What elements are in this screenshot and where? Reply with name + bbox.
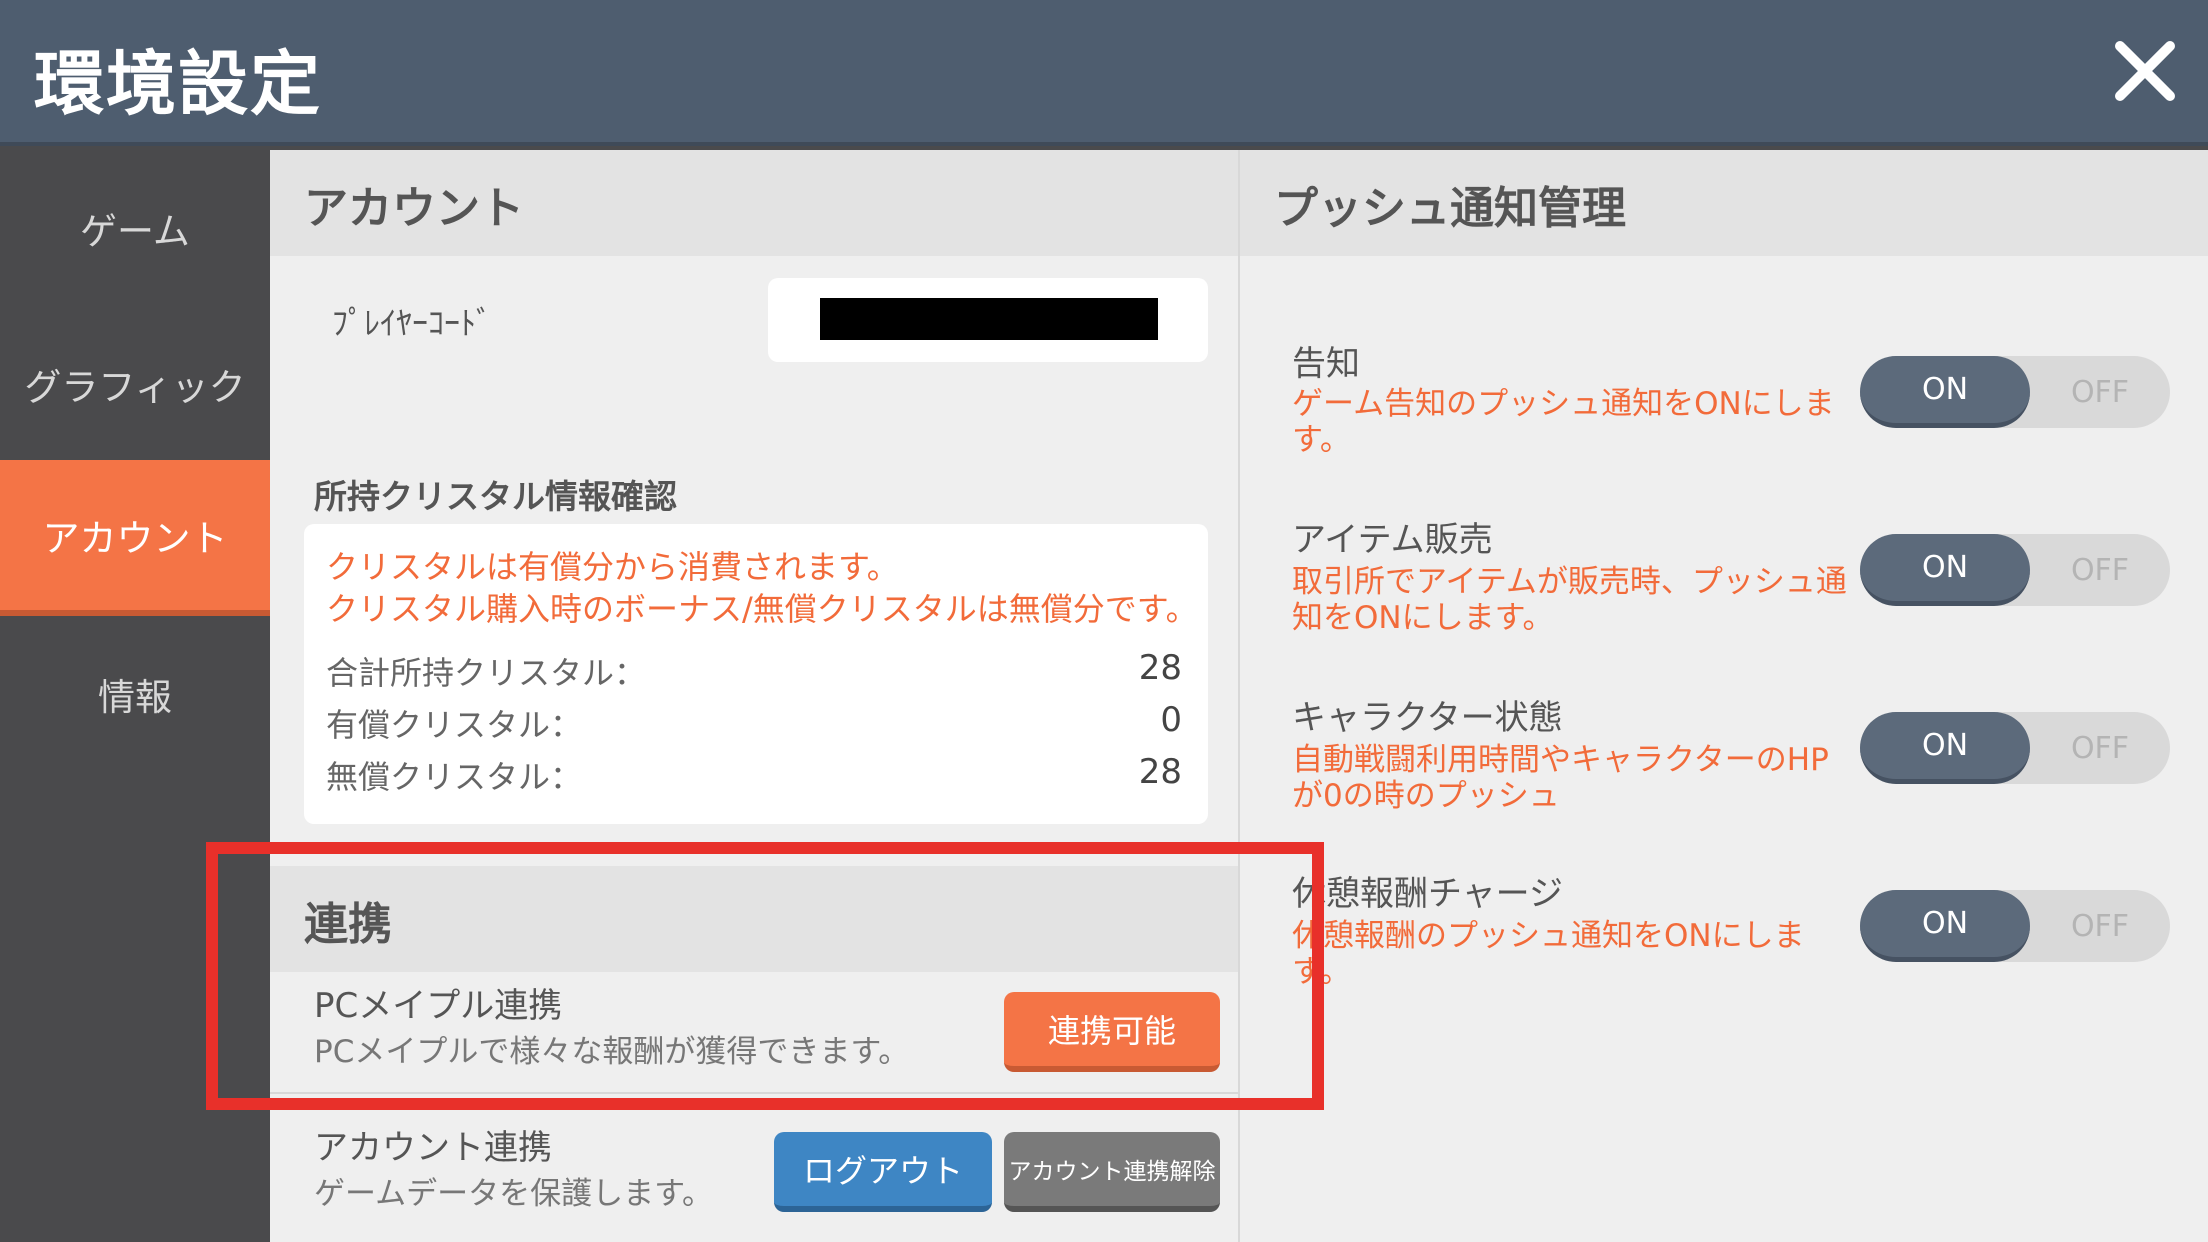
- header-bar: 環境設定: [0, 0, 2208, 146]
- close-button[interactable]: [2110, 36, 2180, 106]
- toggle-character-state[interactable]: ON OFF: [1860, 712, 2170, 784]
- unlink-account-button[interactable]: アカウント連携解除: [1004, 1132, 1220, 1212]
- crystal-info-box: クリスタルは有償分から消費されます。 クリスタル購入時のボーナス/無償クリスタル…: [304, 524, 1208, 824]
- crystal-total-value: 28: [1138, 648, 1182, 688]
- toggle-rest-reward[interactable]: ON OFF: [1860, 890, 2170, 962]
- push-item-desc: 自動戦闘利用時間やキャラクターのHPが0の時のプッシュ: [1292, 742, 1829, 814]
- account-link-title: アカウント連携: [314, 1128, 552, 1168]
- sidebar-item-graphic[interactable]: グラフィック: [0, 306, 270, 462]
- toggle-off[interactable]: OFF: [2040, 534, 2160, 606]
- account-link-desc: ゲームデータを保護します。: [314, 1176, 713, 1212]
- toggle-on[interactable]: ON: [1860, 890, 2030, 962]
- pc-link-title: PCメイプル連携: [314, 986, 563, 1026]
- player-code-redaction: [820, 298, 1158, 340]
- push-heading: プッシュ通知管理: [1274, 183, 1626, 234]
- sidebar: ゲーム グラフィック アカウント 情報: [0, 150, 270, 1242]
- logout-button[interactable]: ログアウト: [774, 1132, 992, 1212]
- crystal-note: クリスタルは有償分から消費されます。: [326, 548, 899, 586]
- crystal-paid-label: 有償クリスタル：: [326, 706, 583, 744]
- toggle-item-sale[interactable]: ON OFF: [1860, 534, 2170, 606]
- account-panel: アカウント ﾌﾟﾚｲﾔｰｺｰﾄﾞ 所持クリスタル情報確認 クリスタルは有償分から…: [270, 150, 1238, 1242]
- toggle-on[interactable]: ON: [1860, 534, 2030, 606]
- toggle-on[interactable]: ON: [1860, 356, 2030, 428]
- link-section-header: 連携: [270, 866, 1238, 972]
- push-item-title: 告知: [1292, 344, 1360, 384]
- divider: [270, 1092, 1238, 1094]
- sidebar-item-account[interactable]: アカウント: [0, 460, 270, 616]
- push-panel: プッシュ通知管理 告知 ゲーム告知のプッシュ通知をONにします。 ON OFF …: [1238, 150, 2208, 1242]
- toggle-on[interactable]: ON: [1860, 712, 2030, 784]
- push-item-title: アイテム販売: [1292, 520, 1493, 560]
- player-code-label: ﾌﾟﾚｲﾔｰｺｰﾄﾞ: [332, 304, 493, 342]
- page-title: 環境設定: [34, 43, 322, 125]
- toggle-notice[interactable]: ON OFF: [1860, 356, 2170, 428]
- sidebar-item-game[interactable]: ゲーム: [0, 150, 270, 306]
- crystal-free-label: 無償クリスタル：: [326, 758, 583, 796]
- crystal-paid-value: 0: [1160, 700, 1182, 740]
- push-item-title: キャラクター状態: [1292, 698, 1563, 738]
- pc-link-desc: PCメイプルで様々な報酬が獲得できます。: [314, 1034, 910, 1070]
- pc-link-button[interactable]: 連携可能: [1004, 992, 1220, 1072]
- push-item-desc: ゲーム告知のプッシュ通知をONにします。: [1292, 386, 1835, 458]
- account-heading: アカウント: [304, 183, 524, 234]
- push-item-desc: 取引所でアイテムが販売時、プッシュ通知をONにします。: [1292, 564, 1847, 636]
- push-item-desc: 休憩報酬のプッシュ通知をONにします。: [1292, 918, 1805, 990]
- push-item-title: 休憩報酬チャージ: [1292, 874, 1563, 914]
- link-heading: 連携: [304, 899, 392, 950]
- toggle-off[interactable]: OFF: [2040, 712, 2160, 784]
- push-section-header: プッシュ通知管理: [1240, 150, 2208, 256]
- crystal-heading: 所持クリスタル情報確認: [314, 477, 677, 516]
- close-icon: [2115, 41, 2175, 101]
- crystal-free-value: 28: [1138, 752, 1182, 792]
- crystal-note: クリスタル購入時のボーナス/無償クリスタルは無償分です。: [326, 590, 1198, 628]
- player-code-field[interactable]: [768, 278, 1208, 362]
- account-section-header: アカウント: [270, 150, 1238, 256]
- crystal-total-label: 合計所持クリスタル：: [326, 654, 647, 692]
- toggle-off[interactable]: OFF: [2040, 890, 2160, 962]
- toggle-off[interactable]: OFF: [2040, 356, 2160, 428]
- sidebar-item-info[interactable]: 情報: [0, 616, 270, 772]
